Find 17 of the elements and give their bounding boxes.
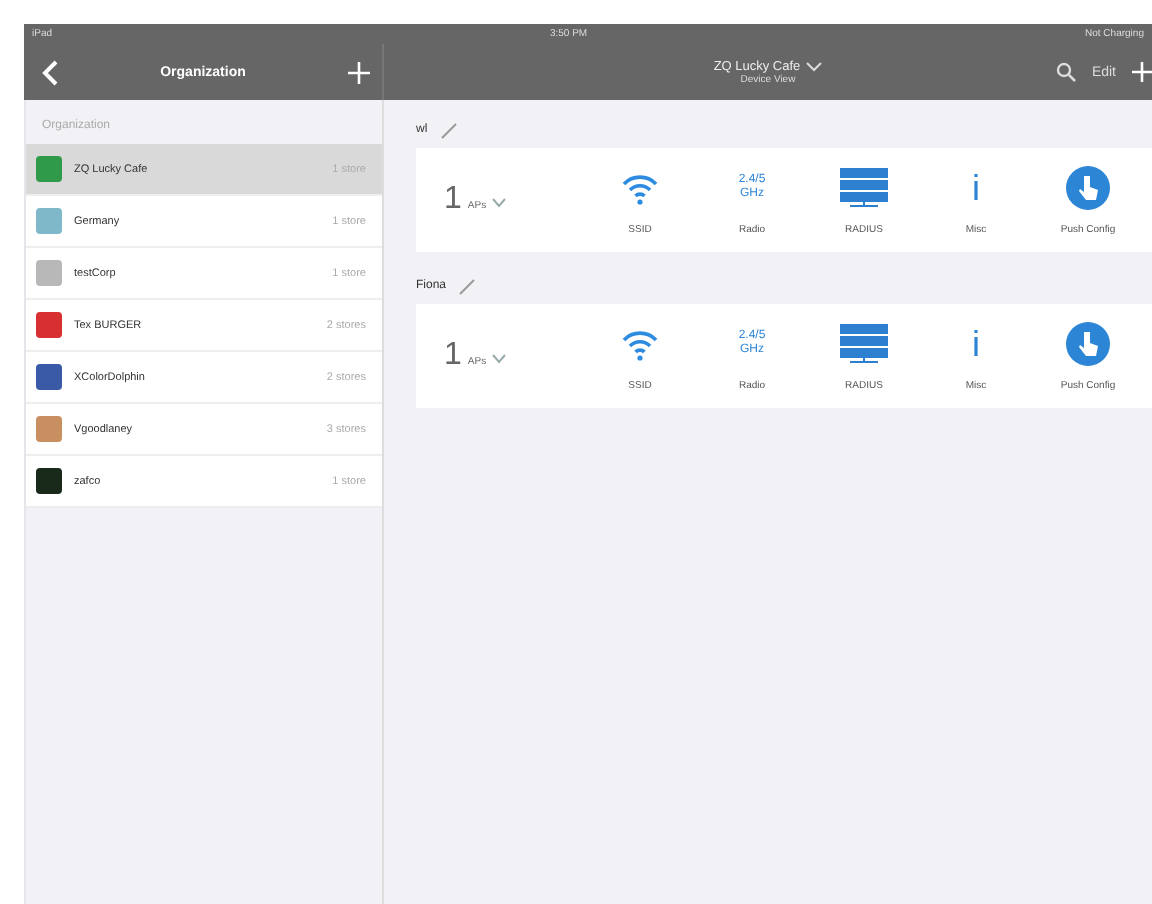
add-icon[interactable]	[1132, 62, 1152, 82]
search-icon[interactable]	[1055, 62, 1076, 82]
caret-icon	[492, 354, 507, 364]
caret-icon[interactable]	[806, 61, 823, 71]
server-icon	[838, 324, 890, 364]
info-label: i	[972, 167, 980, 209]
back-icon[interactable]	[42, 59, 58, 85]
edit-icon[interactable]	[458, 277, 477, 295]
hand-icon	[1066, 322, 1110, 366]
edit-icon[interactable]	[439, 121, 458, 139]
info-label: i	[972, 323, 980, 365]
caret-icon	[492, 198, 507, 208]
hand-icon	[1066, 166, 1110, 210]
wifi-icon	[622, 327, 658, 361]
wifi-icon	[622, 171, 658, 205]
add-icon[interactable]	[348, 61, 370, 83]
server-icon	[838, 168, 890, 208]
